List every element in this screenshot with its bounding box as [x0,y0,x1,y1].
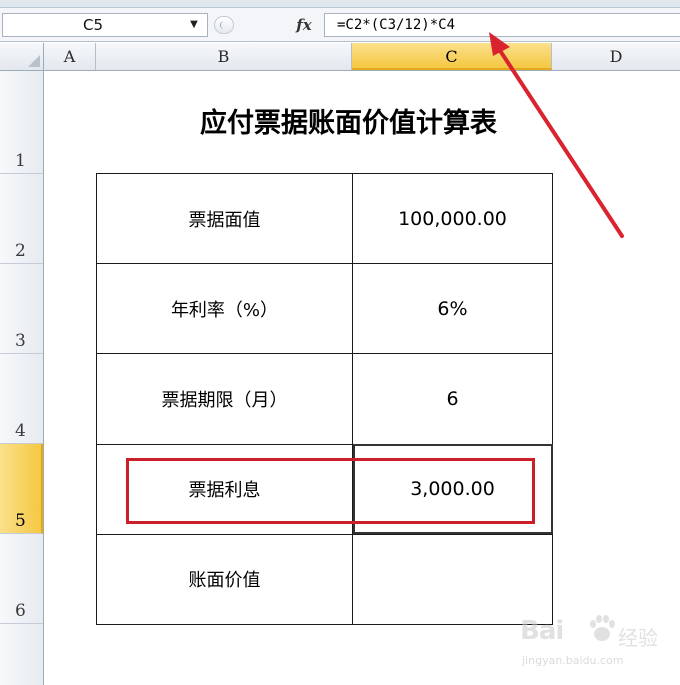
column-header-a[interactable]: A [44,43,96,70]
row-number: 4 [15,421,26,441]
worksheet[interactable]: 应付票据账面价值计算表 票据面值 100,000.00 年利率（%） 6% 票据… [44,71,680,685]
cell-c2[interactable]: 100,000.00 [352,172,553,265]
chevron-down-icon[interactable]: ▼ [185,16,203,34]
ribbon-strip [0,0,680,8]
insert-function-button[interactable]: fx [290,14,318,36]
calculation-table: 票据面值 100,000.00 年利率（%） 6% 票据期限（月） 6 票据利息… [96,172,553,626]
table-row: 年利率（%） 6% [96,263,553,355]
name-box-value: C5 [82,16,104,34]
row-header-2[interactable]: 2 [0,174,43,264]
cell-b3[interactable]: 年利率（%） [96,263,353,355]
row-header-5[interactable]: 5 [0,444,43,534]
cell-b5[interactable]: 票据利息 [96,443,353,535]
cell-c3[interactable]: 6% [352,263,553,355]
formula-input[interactable]: =C2*(C3/12)*C4 [324,13,680,37]
cell-c6[interactable] [352,533,553,626]
table-row: 票据利息 3,000.00 [96,443,553,535]
row-number: 6 [15,601,26,621]
row-header-6[interactable]: 6 [0,534,43,624]
column-header-d[interactable]: D [552,43,680,70]
cell-b4[interactable]: 票据期限（月） [96,353,353,445]
row-number: 3 [15,331,26,351]
row-header-3[interactable]: 3 [0,264,43,354]
row-header-1[interactable]: 1 [0,71,43,174]
row-header-column: 1 2 3 4 5 6 [0,71,44,685]
cell-c5[interactable]: 3,000.00 [352,443,553,535]
name-box[interactable]: C5 ▼ [2,13,208,37]
formula-bar-splitter[interactable] [214,16,234,34]
row-header-4[interactable]: 4 [0,354,43,444]
select-all-corner[interactable] [0,43,44,70]
cell-b6[interactable]: 账面价值 [96,533,353,626]
row-number: 5 [15,511,26,531]
table-row: 账面价值 [96,533,553,626]
table-row: 票据期限（月） 6 [96,353,553,445]
formula-bar: C5 ▼ fx =C2*(C3/12)*C4 [0,8,680,42]
cell-b2[interactable]: 票据面值 [96,172,353,265]
row-number: 2 [15,241,26,261]
column-header-c[interactable]: C [352,43,552,70]
cell-c4[interactable]: 6 [352,353,553,445]
sheet-title[interactable]: 应付票据账面价值计算表 [96,101,601,140]
formula-text: =C2*(C3/12)*C4 [337,17,456,33]
column-header-row: A B C D [0,43,680,71]
row-number: 1 [15,151,26,171]
table-row: 票据面值 100,000.00 [96,172,553,265]
column-header-b[interactable]: B [96,43,352,70]
